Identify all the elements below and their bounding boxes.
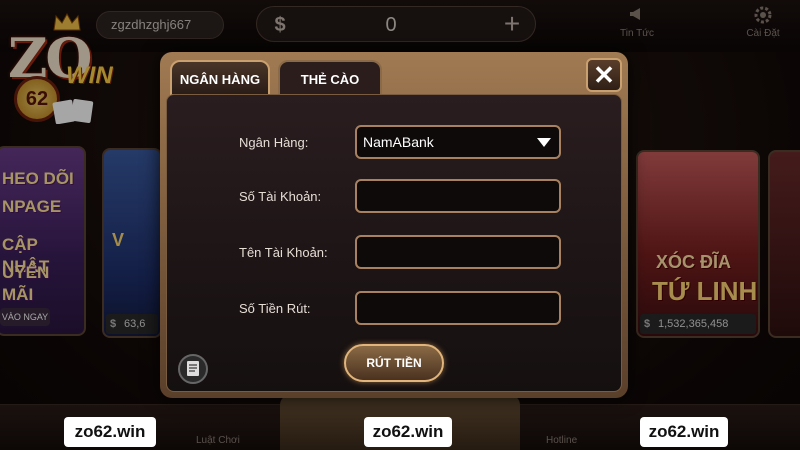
withdraw-dialog: NGÂN HÀNG THẺ CÀO ✕ Ngân Hàng: NamABank … [160, 52, 628, 398]
watermark: zo62.win [64, 417, 156, 447]
account-number-field-wrap [355, 179, 561, 213]
bank-select[interactable]: NamABank [355, 125, 561, 159]
amount-label: Số Tiền Rút: [239, 301, 311, 316]
tab-card[interactable]: THẺ CÀO [278, 60, 382, 96]
account-number-label: Số Tài Khoản: [239, 189, 322, 204]
watermark: zo62.win [364, 417, 452, 447]
watermark: zo62.win [640, 417, 728, 447]
document-icon [187, 361, 199, 376]
account-name-label: Tên Tài Khoản: [239, 245, 328, 260]
withdraw-button[interactable]: RÚT TIỀN [344, 344, 444, 382]
account-number-input[interactable] [357, 181, 559, 211]
account-name-input[interactable] [357, 237, 559, 267]
account-name-field-wrap [355, 235, 561, 269]
bank-label: Ngân Hàng: [239, 135, 309, 150]
close-button[interactable]: ✕ [586, 58, 622, 92]
amount-field-wrap [355, 291, 561, 325]
tab-bank[interactable]: NGÂN HÀNG [170, 60, 270, 96]
bank-select-value: NamABank [363, 134, 434, 150]
history-button[interactable] [178, 354, 208, 384]
dropdown-arrow-icon [537, 138, 551, 147]
amount-input[interactable] [357, 293, 559, 323]
